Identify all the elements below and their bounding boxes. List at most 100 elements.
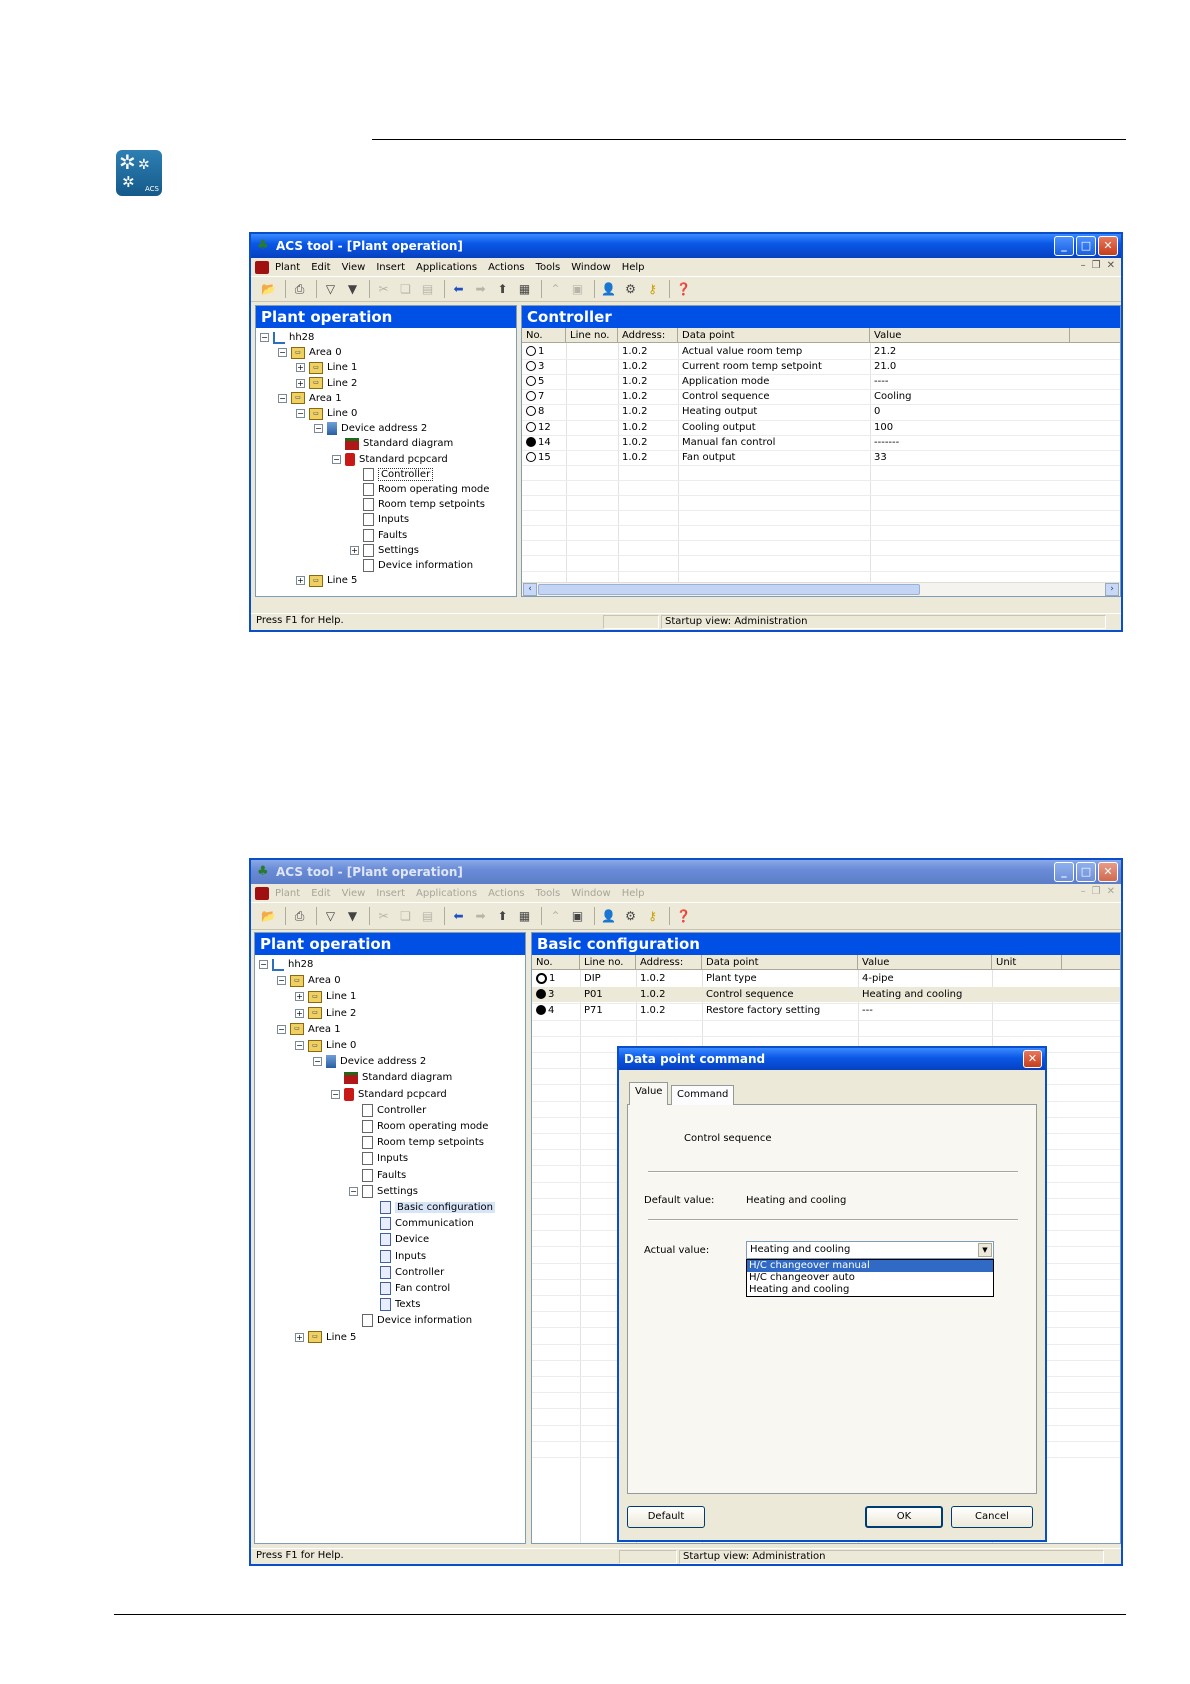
tree-item-inputs[interactable]: Inputs <box>350 512 409 527</box>
tree-item-settings[interactable]: + Settings <box>350 543 419 558</box>
tree-item-area-0[interactable]: − ▭ Area 0 <box>278 345 342 360</box>
collapse-icon[interactable]: − <box>278 393 287 403</box>
user-icon[interactable]: 👤 <box>599 280 618 298</box>
collapse-icon[interactable]: − <box>260 333 269 342</box>
expand-icon[interactable]: + <box>296 576 305 586</box>
menu-insert[interactable]: Insert <box>376 262 405 273</box>
mdi-controls[interactable]: – ❐ ✕ <box>1081 260 1115 271</box>
tree-item-faults[interactable]: Faults <box>350 528 407 543</box>
actual-value-select[interactable]: Heating and cooling ▼ <box>746 1241 994 1259</box>
tree-item-standard-diagram[interactable]: Standard diagram <box>332 436 453 451</box>
dialog-close-icon[interactable]: ✕ <box>1023 1050 1042 1068</box>
tree-item-inputs[interactable]: Inputs <box>349 1151 408 1166</box>
gear-icon[interactable]: ⚙ <box>621 907 640 925</box>
expand-icon[interactable]: + <box>296 378 305 388</box>
open-icon[interactable]: 📂 <box>259 280 278 298</box>
copy-icon[interactable]: ❏ <box>396 280 415 298</box>
column-header-data-point[interactable]: Data point <box>702 955 858 970</box>
collapse-icon[interactable]: − <box>278 348 287 358</box>
up-icon[interactable]: ⌃ <box>546 907 565 925</box>
collapse-icon[interactable]: − <box>277 1024 286 1034</box>
table-row[interactable]: 14 1.0.2 Manual fan control ------- <box>522 435 1120 450</box>
help-icon[interactable]: ❓ <box>674 280 693 298</box>
menu-edit[interactable]: Edit <box>311 262 330 273</box>
properties-icon[interactable]: ▣ <box>568 907 587 925</box>
paste-icon[interactable]: ▤ <box>418 280 437 298</box>
gear-icon[interactable]: ⚙ <box>621 280 640 298</box>
tree-item-controller[interactable]: Controller <box>349 1103 426 1118</box>
expand-icon[interactable]: + <box>295 992 304 1002</box>
cut-icon[interactable]: ✂ <box>374 907 393 925</box>
maximize-button[interactable]: □ <box>1076 236 1096 256</box>
option-h-c-changeover-auto[interactable]: H/C changeover auto <box>747 1272 993 1284</box>
table-view-icon[interactable]: ▦ <box>515 907 534 925</box>
cancel-button[interactable]: Cancel <box>951 1506 1033 1528</box>
tree-item-room-temp-setpoints[interactable]: Room temp setpoints <box>349 1135 484 1150</box>
menu-applications[interactable]: Applications <box>416 262 477 273</box>
column-header-line-no[interactable]: Line no. <box>580 955 636 970</box>
scroll-thumb[interactable] <box>538 584 920 595</box>
collapse-icon[interactable]: − <box>313 1057 322 1067</box>
tree-item-line-2[interactable]: + ▭ Line 2 <box>295 1006 356 1021</box>
column-header-no[interactable]: No. <box>532 955 580 970</box>
tree-item-texts[interactable]: Texts <box>367 1297 420 1312</box>
menu-plant[interactable]: Plant <box>275 888 300 899</box>
open-icon[interactable]: 📂 <box>259 907 278 925</box>
minimize-button[interactable]: _ <box>1054 236 1074 256</box>
collapse-icon[interactable]: − <box>296 409 305 418</box>
tree-item-controller[interactable]: Controller <box>350 467 434 482</box>
menu-view[interactable]: View <box>342 888 366 899</box>
horizontal-scrollbar[interactable]: ‹ › <box>522 582 1120 596</box>
dialog-title-bar[interactable]: Data point command ✕ <box>619 1048 1045 1070</box>
tree-item-device-information[interactable]: Device information <box>349 1313 472 1328</box>
menu-actions[interactable]: Actions <box>488 262 525 273</box>
tree-item-line-5[interactable]: + ▭ Line 5 <box>295 1330 356 1345</box>
expand-icon[interactable]: + <box>296 363 305 373</box>
key-icon[interactable]: ⚷ <box>643 280 662 298</box>
table-row[interactable]: 3 1.0.2 Current room temp setpoint 21.0 <box>522 359 1120 374</box>
back-icon[interactable]: ⬅ <box>449 280 468 298</box>
tree-item-communication[interactable]: Communication <box>367 1216 474 1231</box>
copy-icon[interactable]: ❏ <box>396 907 415 925</box>
table-row[interactable]: 4 P71 1.0.2 Restore factory setting --- <box>532 1003 1120 1018</box>
menu-help[interactable]: Help <box>622 262 645 273</box>
tree-item-faults[interactable]: Faults <box>349 1168 406 1183</box>
table-view-icon[interactable]: ▦ <box>515 280 534 298</box>
tree-item-hh28[interactable]: − hh28 <box>260 330 314 345</box>
tree-item-device[interactable]: Device <box>367 1232 429 1247</box>
menu-insert[interactable]: Insert <box>376 888 405 899</box>
tree-item-room-operating-mode[interactable]: Room operating mode <box>349 1119 488 1134</box>
tree-item-line-1[interactable]: + ▭ Line 1 <box>296 360 357 375</box>
menu-help[interactable]: Help <box>622 888 645 899</box>
menu-edit[interactable]: Edit <box>311 888 330 899</box>
collapse-icon[interactable]: − <box>277 976 286 986</box>
close-button[interactable]: ✕ <box>1098 862 1118 882</box>
column-header-line-no[interactable]: Line no. <box>566 328 618 343</box>
ok-button[interactable]: OK <box>865 1506 943 1528</box>
menu-tools[interactable]: Tools <box>536 262 561 273</box>
table-row[interactable]: 15 1.0.2 Fan output 33 <box>522 450 1120 465</box>
tree-item-standard-pcpcard[interactable]: − Standard pcpcard <box>332 452 448 467</box>
tree-item-line-0[interactable]: − ▭ Line 0 <box>295 1038 356 1053</box>
collapse-icon[interactable]: − <box>259 960 268 969</box>
collapse-icon[interactable]: − <box>332 454 341 464</box>
title-bar[interactable]: ♣ ACS tool - [Plant operation] _ □ ✕ <box>251 234 1121 258</box>
folder-up-icon[interactable]: ⬆ <box>493 280 512 298</box>
collapse-icon[interactable]: − <box>331 1089 340 1099</box>
up-icon[interactable]: ⌃ <box>546 280 565 298</box>
tree-item-settings[interactable]: − Settings <box>349 1184 418 1199</box>
mdi-controls[interactable]: – ❐ ✕ <box>1081 886 1115 897</box>
column-header-address[interactable]: Address: <box>618 328 678 343</box>
cut-icon[interactable]: ✂ <box>374 280 393 298</box>
tree-item-line-1[interactable]: + ▭ Line 1 <box>295 989 356 1004</box>
expand-icon[interactable]: + <box>295 1008 304 1018</box>
menu-tools[interactable]: Tools <box>536 888 561 899</box>
table-row[interactable]: 5 1.0.2 Application mode ---- <box>522 374 1120 389</box>
expand-icon[interactable]: + <box>350 545 359 555</box>
option-heating-and-cooling[interactable]: Heating and cooling <box>747 1284 993 1296</box>
key-icon[interactable]: ⚷ <box>643 907 662 925</box>
menu-window[interactable]: Window <box>571 888 610 899</box>
tree-item-device-information[interactable]: Device information <box>350 558 473 573</box>
column-header-value[interactable]: Value <box>870 328 1070 343</box>
expand-icon[interactable]: + <box>295 1332 304 1342</box>
